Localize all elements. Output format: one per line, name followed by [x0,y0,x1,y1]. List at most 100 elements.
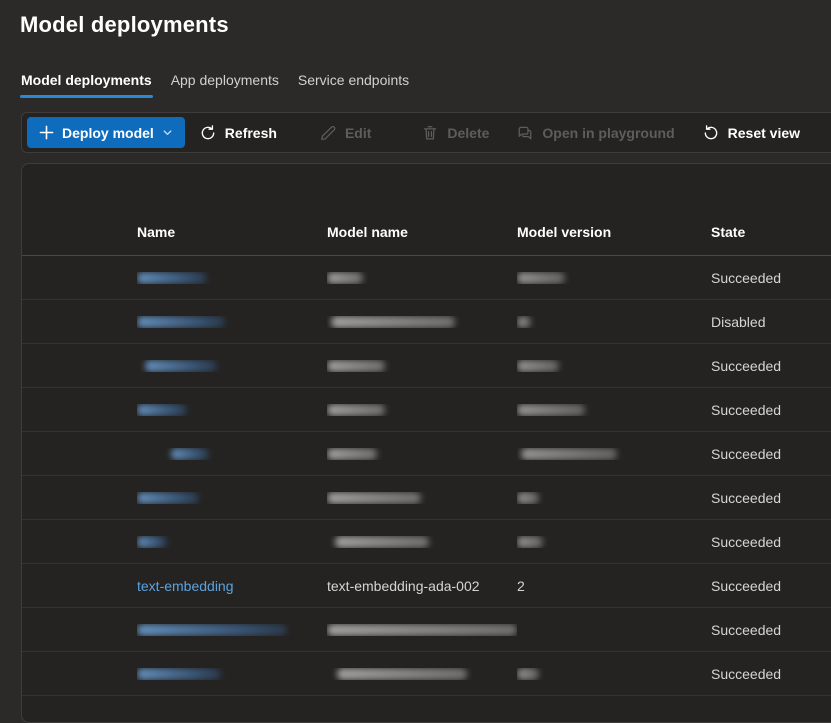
state-cell: Succeeded [711,270,831,286]
redacted-version-cell [517,492,539,504]
table-row[interactable]: Succeeded [22,432,831,476]
name-cell [137,360,327,372]
delete-icon [421,124,439,142]
table-row[interactable]: Succeeded [22,520,831,564]
model-version-cell [517,536,711,548]
redacted-name-cell [171,448,209,460]
redacted-model-cell [327,624,517,636]
column-header-model-version[interactable]: Model version [517,224,711,240]
state-cell: Succeeded [711,666,831,682]
tab-label: Model deployments [21,72,152,88]
name-cell [137,668,327,680]
name-cell [137,404,327,416]
refresh-button[interactable]: Refresh [199,117,277,148]
table-row[interactable]: Succeeded [22,388,831,432]
table-row[interactable]: Succeeded [22,256,831,300]
model-name-cell [327,360,517,372]
tab-model-deployments[interactable]: Model deployments [20,72,153,98]
playground-icon [516,124,534,142]
reset-view-icon [702,124,720,142]
state-cell: Succeeded [711,402,831,418]
name-cell [137,624,327,636]
open-in-playground-button: Open in playground [516,117,674,148]
refresh-icon [199,124,217,142]
redacted-model-cell [331,316,455,328]
redacted-name-cell [145,360,217,372]
column-header-model-name[interactable]: Model name [327,224,517,240]
model-version-cell [517,448,711,460]
model-version-cell [517,272,711,284]
redacted-version-cell [517,360,559,372]
deploy-model-label: Deploy model [62,125,154,141]
redacted-model-cell [327,404,385,416]
state-cell: Succeeded [711,446,831,462]
redacted-version-cell [517,668,539,680]
model-name-cell [327,668,517,680]
redacted-name-cell [137,668,221,680]
table-header-row: Name Model name Model version State [22,209,831,256]
table-row[interactable]: text-embeddingtext-embedding-ada-0022Suc… [22,564,831,608]
table-row[interactable]: Disabled [22,300,831,344]
state-cell: Succeeded [711,490,831,506]
delete-button: Delete [421,117,489,148]
name-cell [137,492,327,504]
tab-app-deployments[interactable]: App deployments [170,72,280,98]
model-version-cell [517,360,711,372]
model-name-cell [327,316,517,328]
page-title: Model deployments [20,12,229,38]
chevron-down-icon [162,127,173,138]
column-header-name[interactable]: Name [137,224,327,240]
refresh-label: Refresh [225,125,277,141]
redacted-model-cell [327,492,421,504]
deployment-name-link[interactable]: text-embedding [137,578,234,594]
model-name-cell [327,536,517,548]
table-row[interactable]: Succeeded [22,476,831,520]
table-row[interactable]: Succeeded [22,608,831,652]
redacted-model-cell [327,448,377,460]
table-row[interactable]: Succeeded [22,652,831,696]
state-cell: Succeeded [711,622,831,638]
delete-label: Delete [447,125,489,141]
model-name-cell [327,272,517,284]
deploy-model-button[interactable]: Deploy model [27,117,185,148]
redacted-version-cell [517,316,531,328]
redacted-name-cell [137,404,187,416]
model-name-cell [327,492,517,504]
model-version-cell [517,404,711,416]
table-row[interactable]: Succeeded [22,344,831,388]
edit-icon [319,124,337,142]
name-cell: text-embedding [137,578,327,594]
redacted-name-cell [137,492,199,504]
redacted-version-cell [521,448,617,460]
redacted-model-cell [337,668,467,680]
redacted-version-cell [517,536,543,548]
model-name-text: text-embedding-ada-002 [327,578,480,594]
name-cell [137,536,327,548]
tab-service-endpoints[interactable]: Service endpoints [297,72,410,98]
plus-icon [39,125,54,140]
model-name-cell [327,404,517,416]
name-cell [137,272,327,284]
tab-bar: Model deployments App deployments Servic… [20,72,410,98]
model-name-cell: text-embedding-ada-002 [327,578,517,594]
redacted-name-cell [137,316,225,328]
tab-label: App deployments [171,72,279,88]
model-version-cell [517,492,711,504]
reset-view-label: Reset view [728,125,800,141]
command-bar: Deploy model Refresh Edit Delete Open in… [21,112,831,153]
model-version-text: 2 [517,578,525,594]
name-cell [137,448,327,460]
deployments-table-panel: Name Model name Model version State Succ… [21,163,831,723]
redacted-version-cell [517,404,585,416]
tab-label: Service endpoints [298,72,409,88]
redacted-name-cell [137,536,167,548]
table-body: SucceededDisabledSucceededSucceededSucce… [22,256,831,696]
open-in-playground-label: Open in playground [542,125,674,141]
redacted-model-cell [327,272,363,284]
redacted-name-cell [137,624,287,636]
model-version-cell [517,316,711,328]
reset-view-button[interactable]: Reset view [702,117,800,148]
edit-button: Edit [319,117,371,148]
column-header-state[interactable]: State [711,224,831,240]
model-name-cell [327,624,517,636]
